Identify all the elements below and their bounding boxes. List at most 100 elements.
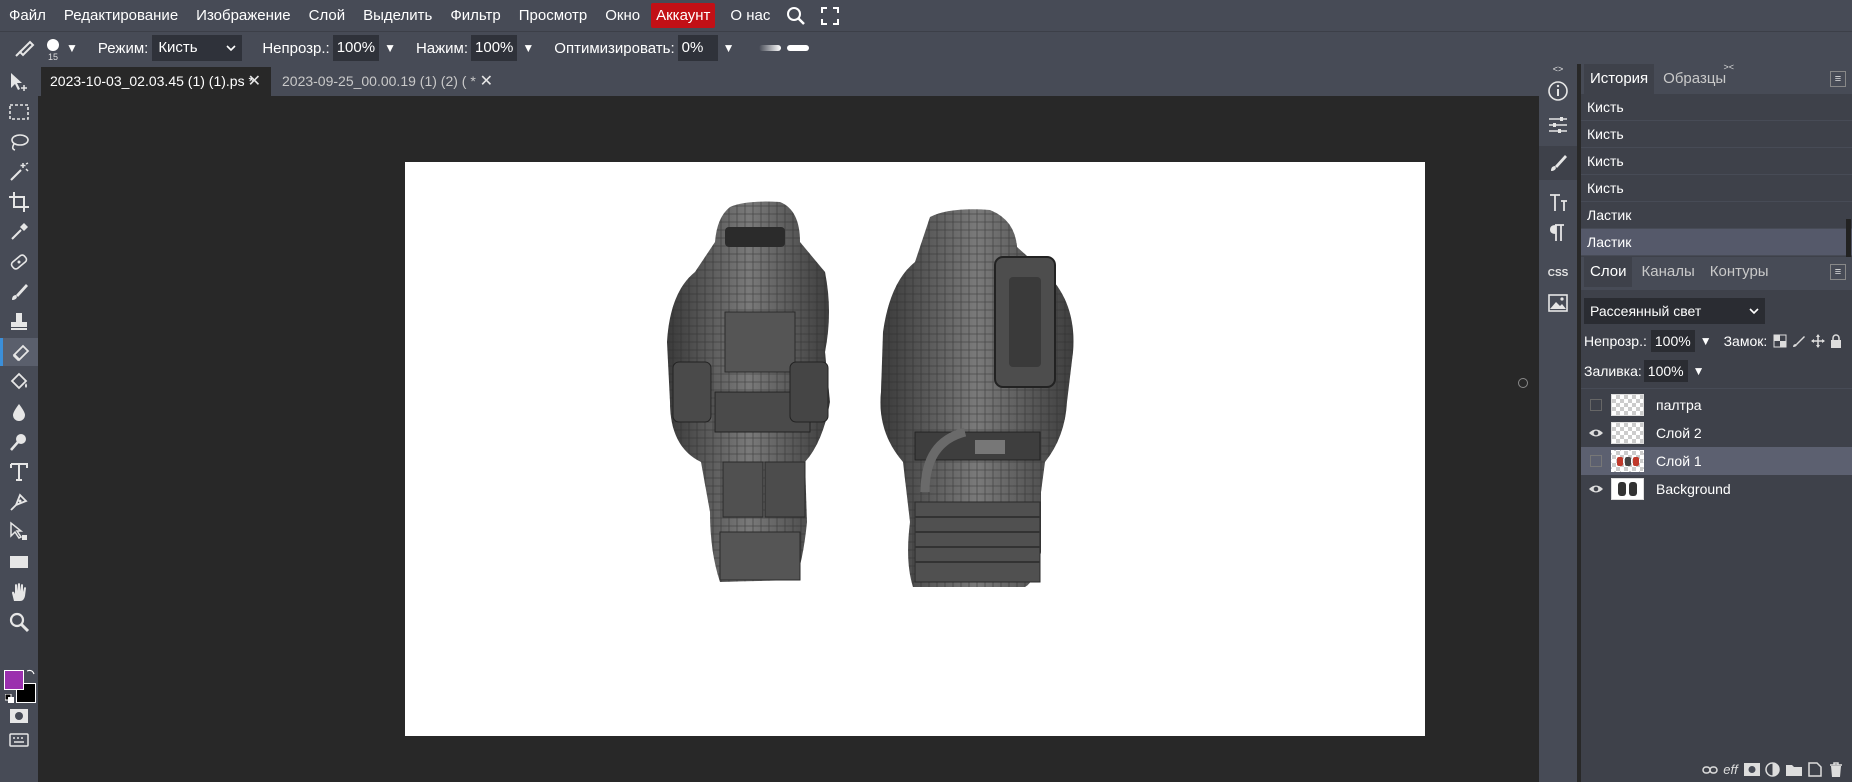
image-icon[interactable] xyxy=(1539,286,1577,320)
swap-colors-icon[interactable] xyxy=(26,668,36,678)
text-tool-icon[interactable] xyxy=(0,458,38,486)
chevron-down-icon[interactable]: ▼ xyxy=(66,41,78,55)
layer-row[interactable]: палтра xyxy=(1581,391,1852,419)
tab-layers[interactable]: Слои xyxy=(1584,257,1633,287)
pen-tool-icon[interactable] xyxy=(0,488,38,516)
close-icon[interactable]: ✕ xyxy=(248,67,261,96)
lock-paint-icon[interactable] xyxy=(1792,334,1806,348)
color-swatches[interactable] xyxy=(3,668,39,704)
history-item[interactable]: Ластик xyxy=(1581,229,1852,256)
fill-dropdown-icon[interactable]: ▼ xyxy=(1693,364,1705,378)
path-select-icon[interactable] xyxy=(0,518,38,546)
eraser-tool-icon[interactable] xyxy=(0,338,38,366)
adjustment-icon[interactable] xyxy=(1764,761,1781,778)
adjustments-icon[interactable] xyxy=(1539,108,1577,142)
close-icon[interactable]: ✕ xyxy=(480,67,493,96)
eye-icon[interactable] xyxy=(1581,484,1611,494)
visibility-toggle[interactable] xyxy=(1581,455,1611,467)
healing-brush-icon[interactable] xyxy=(0,248,38,276)
hand-tool-icon[interactable] xyxy=(0,578,38,606)
css-icon[interactable]: CSS xyxy=(1539,256,1577,290)
delete-icon[interactable] xyxy=(1827,761,1844,778)
opacity-input[interactable]: 100% xyxy=(332,35,380,61)
tab-document-2[interactable]: 2023-09-25_00.00.19 (1) (2) ( * ✕ xyxy=(273,67,503,96)
folder-icon[interactable] xyxy=(1785,761,1802,778)
expand-panel-icon[interactable]: <> xyxy=(1539,64,1577,74)
panel-menu-icon[interactable]: ≡ xyxy=(1830,264,1846,280)
brush-settings-icon[interactable] xyxy=(1539,146,1577,180)
panel-menu-icon[interactable]: ≡ xyxy=(1830,71,1846,87)
lock-position-icon[interactable] xyxy=(1811,334,1826,348)
brush-icon[interactable] xyxy=(0,278,38,306)
tab-document-1[interactable]: 2023-10-03_02.03.45 (1) (1).ps * ✕ xyxy=(41,67,271,96)
move-tool-icon[interactable] xyxy=(0,68,38,96)
menu-file[interactable]: Файл xyxy=(0,0,55,31)
menu-account[interactable]: Аккаунт xyxy=(651,3,716,28)
eye-icon[interactable] xyxy=(1581,428,1611,438)
rectangle-shape-icon[interactable] xyxy=(0,548,38,576)
visibility-toggle[interactable] xyxy=(1581,399,1611,411)
history-item[interactable]: Кисть xyxy=(1581,94,1852,121)
hard-brush-icon[interactable] xyxy=(786,45,809,51)
blur-tool-icon[interactable] xyxy=(0,398,38,426)
optimize-label: Оптимизировать: xyxy=(554,39,675,57)
menu-filter[interactable]: Фильтр xyxy=(441,0,509,31)
lock-all-icon[interactable] xyxy=(1830,334,1842,348)
opacity-dropdown-icon[interactable]: ▼ xyxy=(384,41,396,55)
tab-channels[interactable]: Каналы xyxy=(1635,257,1700,287)
dodge-tool-icon[interactable] xyxy=(0,428,38,456)
search-icon[interactable] xyxy=(779,0,813,31)
optimize-dropdown-icon[interactable]: ▼ xyxy=(723,41,735,55)
menu-about[interactable]: О нас xyxy=(721,0,779,31)
menu-select[interactable]: Выделить xyxy=(354,0,441,31)
menu-edit[interactable]: Редактирование xyxy=(55,0,187,31)
layers-tabs: Слои Каналы Контуры ≡ xyxy=(1581,257,1852,287)
mode-select[interactable]: Кисть xyxy=(152,35,243,61)
blend-mode-select[interactable]: Рассеянный свет xyxy=(1584,298,1765,324)
menu-layer[interactable]: Слой xyxy=(300,0,354,31)
opacity-dropdown-icon[interactable]: ▼ xyxy=(1700,334,1712,348)
layer-opacity-input[interactable]: 100% xyxy=(1650,330,1695,352)
new-layer-icon[interactable] xyxy=(1806,761,1823,778)
link-icon[interactable] xyxy=(1701,761,1718,778)
pressure-input[interactable]: 100% xyxy=(471,35,518,61)
tab-paths[interactable]: Контуры xyxy=(1704,257,1775,287)
tab-history[interactable]: История xyxy=(1584,64,1655,94)
lock-transparency-icon[interactable] xyxy=(1773,334,1787,348)
zoom-tool-icon[interactable] xyxy=(0,608,38,636)
soft-brush-icon[interactable] xyxy=(758,45,781,51)
history-item[interactable]: Кисть xyxy=(1581,121,1852,148)
keyboard-icon[interactable] xyxy=(0,726,38,754)
layer-row[interactable]: Background xyxy=(1581,475,1852,503)
menu-image[interactable]: Изображение xyxy=(187,0,300,31)
effects-icon[interactable]: eff xyxy=(1722,761,1739,778)
fullscreen-icon[interactable] xyxy=(813,0,847,31)
crop-tool-icon[interactable] xyxy=(0,188,38,216)
history-item[interactable]: Ластик xyxy=(1581,202,1852,229)
history-scrollbar[interactable] xyxy=(1846,219,1851,257)
history-item[interactable]: Кисть xyxy=(1581,175,1852,202)
panel-icons-strip: <> CSS xyxy=(1539,64,1577,782)
menu-view[interactable]: Просмотр xyxy=(510,0,597,31)
stamp-tool-icon[interactable] xyxy=(0,308,38,336)
foreground-color-swatch[interactable] xyxy=(4,670,24,690)
history-item[interactable]: Кисть xyxy=(1581,148,1852,175)
layer-row[interactable]: Слой 1 xyxy=(1581,447,1852,475)
tab-swatches[interactable]: Образцы xyxy=(1657,64,1732,94)
lasso-tool-icon[interactable] xyxy=(0,128,38,156)
marquee-tool-icon[interactable] xyxy=(0,98,38,126)
menu-window[interactable]: Окно xyxy=(596,0,649,31)
optimize-input[interactable]: 0% xyxy=(677,35,718,61)
character-icon[interactable] xyxy=(1539,186,1577,220)
paragraph-icon[interactable] xyxy=(1539,216,1577,250)
magic-wand-icon[interactable] xyxy=(0,158,38,186)
pressure-dropdown-icon[interactable]: ▼ xyxy=(522,41,534,55)
fill-input[interactable]: 100% xyxy=(1643,360,1688,382)
info-icon[interactable] xyxy=(1539,74,1577,108)
layer-row[interactable]: Слой 2 xyxy=(1581,419,1852,447)
document-canvas[interactable] xyxy=(405,162,1425,736)
bucket-fill-icon[interactable] xyxy=(0,368,38,396)
brush-preset-picker[interactable]: 15 xyxy=(40,33,66,63)
mask-icon[interactable] xyxy=(1743,761,1760,778)
eyedropper-icon[interactable] xyxy=(0,218,38,246)
